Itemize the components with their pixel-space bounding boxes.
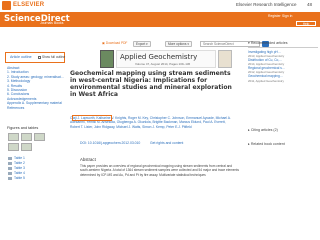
journal-title[interactable]: Applied Geochemistry [120,53,197,61]
abstract-text: This paper provides an overview of regio… [80,164,239,177]
journal-volume[interactable]: Volume 47, August 2014, Pages 109–136 [135,62,190,66]
figure-thumbnail[interactable] [8,143,19,151]
page-number: 48 [307,2,313,7]
citing-articles-heading[interactable]: ▸ Citing articles (2) [248,128,318,132]
journal-cover-image[interactable] [100,50,114,68]
author-highlight [72,115,112,121]
elsevier-logo-icon[interactable] [2,1,11,10]
article-title: Geochemical mapping using stream sedimen… [70,70,232,98]
chevron-down-icon: ▾ [187,42,189,46]
register-link[interactable]: Register [268,14,281,18]
figure-thumbnail[interactable] [21,133,32,141]
recommended-section: ▾ Recommended articles Investigating hig… [248,41,318,83]
export-button[interactable]: Export ▾ [133,41,151,47]
sign-in-link[interactable]: Sign in [282,14,292,18]
table-icon [8,176,12,180]
citing-section: ▸ Citing articles (2) [248,128,318,132]
show-full-outline-checkbox[interactable] [38,55,41,59]
outline-item[interactable]: References [7,106,67,110]
table-icon [8,161,12,165]
article-outline-label[interactable]: Article outline [10,55,32,59]
abstract-heading: Abstract [80,157,96,162]
show-full-outline-label[interactable]: Show full outline [42,55,65,59]
table-list: Table 1 Table 2 Table 3 Table 4 Table 5 [8,156,25,181]
elsevier-brand[interactable]: ELSEVIER [13,2,44,8]
table-icon [8,166,12,170]
chevron-down-icon: ▾ [146,42,148,46]
outline-item[interactable]: Appendix A. Supplementary material [7,101,67,105]
divider [248,47,318,48]
help-button[interactable]: Help [296,21,316,26]
rights-link[interactable]: Get rights and content [150,141,183,145]
figure-thumbnail[interactable] [8,133,19,141]
elsevier-tree-logo [218,50,232,68]
recommended-meta: 2011, Applied Geochemistry [248,78,284,83]
research-intelligence-link[interactable]: Elsevier Research Intelligence [236,2,297,7]
related-section: ▸ Related book content [248,142,318,146]
table-icon [8,171,12,175]
related-book-heading[interactable]: ▸ Related book content [248,142,318,146]
nav-journals[interactable]: Journals [40,21,53,25]
table-link[interactable]: Table 5 [8,176,25,181]
figures-tables-heading: Figures and tables [7,126,39,130]
doi-link[interactable]: DOI: 10.1016/j.apgeochem.2012.03.010 [80,141,140,145]
recommended-heading[interactable]: ▾ Recommended articles [248,41,318,45]
download-pdf-button[interactable]: ▣ Download PDF [100,41,130,47]
nav-books[interactable]: Books [54,21,63,25]
figure-thumbnail[interactable] [21,143,32,151]
outline-list: Abstract 1. Introduction 2. Study areas:… [7,66,67,110]
table-icon [8,156,12,160]
more-options-button[interactable]: More options ▾ [165,41,192,47]
figure-thumbnail[interactable] [34,133,45,141]
